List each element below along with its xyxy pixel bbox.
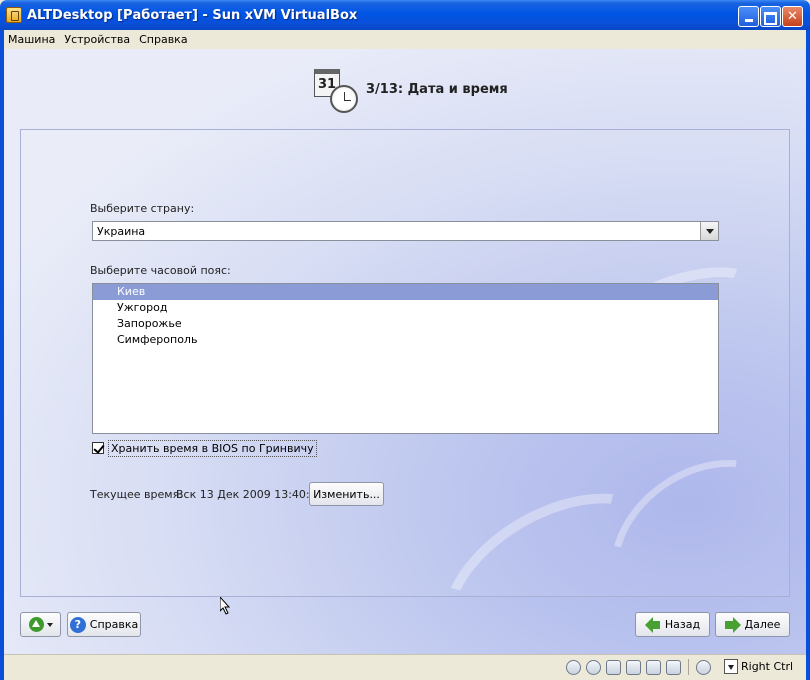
arrow-left-icon [644, 616, 661, 633]
maximize-button[interactable] [760, 6, 781, 27]
title-bar[interactable]: ALTDesktop [Работает] - Sun xVM VirtualB… [0, 0, 810, 30]
chevron-down-icon[interactable] [700, 222, 718, 240]
shared-folder-icon[interactable] [666, 659, 681, 675]
up-arrow-icon [28, 617, 44, 632]
maximize-icon [761, 12, 780, 25]
status-separator [688, 659, 689, 675]
guest-screen[interactable]: 31 3/13: Дата и время Выберите страну: У… [4, 49, 806, 654]
installer-menu-button[interactable] [20, 612, 61, 637]
help-button-label: Справка [89, 618, 139, 631]
menu-machine[interactable]: Машина [4, 30, 60, 49]
change-time-button[interactable]: Изменить... [309, 482, 384, 506]
network-icon[interactable] [626, 659, 641, 675]
cd-dvd-icon[interactable] [586, 659, 601, 675]
timezone-label: Выберите часовой пояс: [90, 264, 231, 277]
usb-icon[interactable] [646, 659, 661, 675]
minimize-button[interactable] [738, 6, 759, 27]
list-item[interactable]: Киев [93, 284, 718, 300]
menu-devices[interactable]: Устройства [60, 30, 135, 49]
menu-bar: Машина Устройства Справка [4, 30, 806, 49]
bios-utc-option[interactable]: Хранить время в BIOS по Гринвичу [92, 439, 317, 457]
help-icon: ? [69, 616, 86, 633]
timezone-list[interactable]: Киев Ужгород Запорожье Симферополь [92, 283, 719, 434]
host-key-label: Right Ctrl [741, 660, 794, 673]
next-button[interactable]: Далее [715, 612, 790, 637]
help-button[interactable]: ? Справка [67, 612, 141, 637]
host-key-icon [724, 659, 738, 674]
current-time-label: Текущее время: [90, 488, 183, 501]
bios-utc-checkbox[interactable] [92, 442, 104, 454]
floppy-icon[interactable] [606, 659, 621, 675]
current-time-value: Вск 13 Дек 2009 13:40:58 [176, 488, 324, 501]
virtualbox-app-icon [6, 7, 22, 23]
close-button[interactable]: ✕ [782, 6, 803, 27]
chevron-down-icon [46, 622, 53, 627]
window-frame-right [806, 30, 810, 680]
country-value: Украина [97, 225, 146, 238]
list-item[interactable]: Ужгород [93, 300, 718, 316]
list-item[interactable]: Запорожье [93, 316, 718, 332]
step-title: 3/13: Дата и время [366, 82, 508, 97]
menu-help[interactable]: Справка [135, 30, 192, 49]
host-key-indicator: Right Ctrl [724, 659, 793, 674]
list-item[interactable]: Симферополь [93, 332, 718, 348]
country-label: Выберите страну: [90, 202, 195, 215]
clock-icon [330, 85, 358, 113]
country-select[interactable]: Украина [92, 221, 719, 241]
status-device-icons [566, 659, 711, 675]
back-button[interactable]: Назад [635, 612, 710, 637]
minimize-icon [739, 19, 758, 22]
window-title: ALTDesktop [Работает] - Sun xVM VirtualB… [27, 8, 358, 23]
status-bar: Right Ctrl [4, 654, 806, 680]
arrow-right-icon [724, 616, 741, 633]
mouse-integration-icon[interactable] [696, 659, 711, 675]
back-button-label: Назад [664, 618, 701, 631]
hard-disk-icon[interactable] [566, 659, 581, 675]
close-icon: ✕ [787, 9, 798, 24]
next-button-label: Далее [744, 618, 781, 631]
bios-utc-label[interactable]: Хранить время в BIOS по Гринвичу [108, 439, 317, 457]
